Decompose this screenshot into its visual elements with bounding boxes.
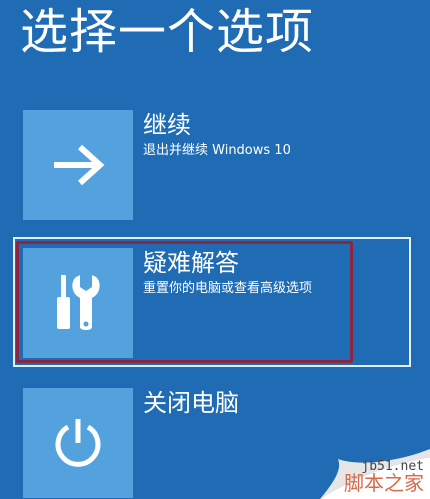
option-shutdown-tile[interactable]	[23, 388, 133, 498]
option-continue-description: 退出并继续 Windows 10	[143, 143, 291, 158]
option-shutdown-label: 关闭电脑	[143, 389, 239, 417]
page-title: 选择一个选项	[20, 4, 315, 60]
option-continue-label: 继续	[143, 111, 191, 139]
option-continue-tile[interactable]	[23, 110, 133, 220]
option-continue[interactable]: 继续 退出并继续 Windows 10	[23, 110, 413, 220]
arrow-right-icon	[54, 144, 105, 186]
power-icon	[55, 419, 101, 467]
watermark-name: 脚本之家	[344, 471, 424, 495]
annotation-highlight-box	[16, 241, 353, 363]
